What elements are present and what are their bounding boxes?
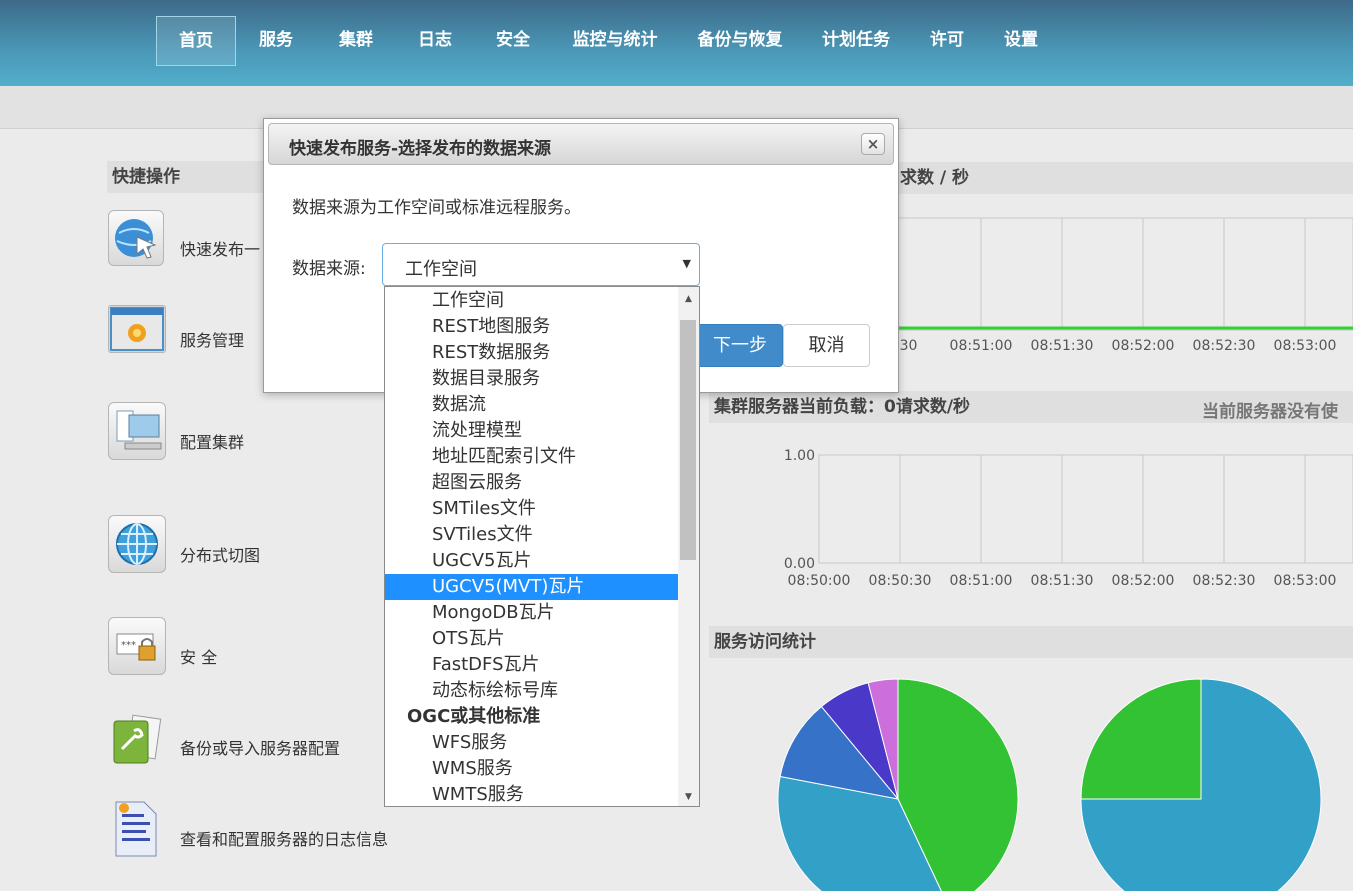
globe-grid-icon[interactable] [108,515,166,573]
scroll-down-arrow-icon[interactable]: ▼ [678,788,699,806]
x-tick-label: 08:50:00 [788,573,851,589]
dialog-title: 快速发布服务-选择发布的数据来源 [289,139,552,159]
lock-password-icon[interactable]: *** [108,617,166,675]
dropdown-option[interactable]: 工作空间 [385,288,678,314]
dialog-description: 数据来源为工作空间或标准远程服务。 [292,198,581,218]
dialog-header: 快速发布服务-选择发布的数据来源 × [268,123,894,165]
chart-3-title-bar: 服务访问统计 [709,626,1353,658]
nav-item-security[interactable]: 安全 [477,16,549,64]
data-source-dropdown: 工作空间 REST地图服务 REST数据服务 数据目录服务 数据流 流处理模型 地址匹配索引… [384,286,700,807]
security-link[interactable]: 安 全 [180,644,217,668]
dropdown-option-group: OGC或其他标准 [407,706,541,727]
scrollbar-thumb[interactable] [680,320,696,560]
dropdown-option[interactable]: 地址匹配索引文件 [385,444,678,470]
nav-item-license[interactable]: 许可 [918,16,976,64]
dropdown-option[interactable]: MongoDB瓦片 [385,600,678,626]
cancel-button[interactable]: 取消 [783,324,870,367]
dropdown-option[interactable]: OTS瓦片 [385,626,678,652]
nav-item-backup[interactable]: 备份与恢复 [688,16,792,64]
quick-ops-title: 快捷操作 [107,161,267,193]
dropdown-option[interactable]: 动态标绘标号库 [385,678,678,704]
backup-tool-icon[interactable] [108,713,164,769]
nav-item-cluster[interactable]: 集群 [320,16,392,64]
top-navigation: 首页 服务 集群 日志 安全 监控与统计 备份与恢复 计划任务 许可 设置 [0,0,1353,86]
x-tick-label: 08:51:00 [950,338,1013,354]
log-document-icon[interactable] [112,800,160,858]
nav-item-settings[interactable]: 设置 [992,16,1050,64]
service-management-link[interactable]: 服务管理 [180,327,244,351]
x-tick-label: 08:53:00 [1274,573,1337,589]
dropdown-option[interactable]: 超图云服务 [385,470,678,496]
data-source-selected-value: 工作空间 [405,259,477,280]
dropdown-option[interactable]: WMS服务 [385,756,678,782]
dropdown-option[interactable]: SMTiles文件 [385,496,678,522]
plot-area [818,454,1353,564]
dropdown-option[interactable]: UGCV5瓦片 [385,548,678,574]
y-tick-label: 1.00 [784,448,815,464]
x-tick-label: 08:50:30 [869,573,932,589]
service-access-pie-2 [1080,678,1322,891]
dropdown-options-list: 工作空间 REST地图服务 REST数据服务 数据目录服务 数据流 流处理模型 地址匹配索引… [385,288,678,806]
data-source-select[interactable]: 工作空间 ▼ [382,243,700,286]
requests-per-second-chart: 0:30 08:51:00 08:51:30 08:52:00 08:52:30 08:5… [880,217,1353,354]
pie-slice [1080,678,1202,800]
chevron-down-icon: ▼ [682,257,691,270]
configure-cluster-link[interactable]: 配置集群 [180,429,244,453]
dropdown-option[interactable]: REST地图服务 [385,314,678,340]
no-usage-note: 当前服务器没有使 [1202,402,1338,422]
dropdown-option[interactable]: REST数据服务 [385,340,678,366]
dropdown-option[interactable]: WFS服务 [385,730,678,756]
cluster-load-chart: 08:50:00 08:50:30 08:51:00 08:51:30 08:52:00… [784,448,1353,589]
y-tick-label: 0.00 [784,556,815,572]
dropdown-option[interactable]: FastDFS瓦片 [385,652,678,678]
x-tick-label: 08:51:30 [1031,573,1094,589]
nav-item-scheduled-tasks[interactable]: 计划任务 [812,16,900,64]
distributed-tiling-link[interactable]: 分布式切图 [180,542,260,566]
x-tick-label: 08:52:30 [1193,573,1256,589]
x-tick-label: 08:51:30 [1031,338,1094,354]
dropdown-option[interactable]: 数据流 [385,392,678,418]
gear-window-icon[interactable] [108,305,166,353]
nav-item-monitoring[interactable]: 监控与统计 [562,16,668,64]
close-icon[interactable]: × [861,133,885,155]
next-step-button[interactable]: 下一步 [697,324,783,367]
x-tick-label: 08:52:30 [1193,338,1256,354]
globe-publish-icon[interactable] [108,210,164,266]
quick-publish-link[interactable]: 快速发布一 [180,236,260,260]
dropdown-option[interactable]: UGCV5(MVT)瓦片 [385,574,678,600]
dropdown-option[interactable]: SVTiles文件 [385,522,678,548]
backup-import-config-link[interactable]: 备份或导入服务器配置 [180,735,340,759]
x-tick-label: 08:53:00 [1274,338,1337,354]
view-configure-logs-link[interactable]: 查看和配置服务器的日志信息 [180,826,388,850]
chart-1-title-bar: 求数 / 秒 [880,162,1353,194]
computers-icon[interactable] [108,402,166,460]
plot-area [880,217,1353,331]
dropdown-scrollbar[interactable]: ▲ ▼ [678,287,699,806]
nav-item-logs[interactable]: 日志 [399,16,471,64]
dropdown-option[interactable]: 流处理模型 [385,418,678,444]
service-access-pie-1 [777,678,1019,891]
scroll-up-arrow-icon[interactable]: ▲ [678,290,699,308]
x-tick-label: 08:52:00 [1112,573,1175,589]
dropdown-option[interactable]: WMTS服务 [385,782,678,806]
data-source-label: 数据来源: [292,259,366,279]
x-tick-label: 08:51:00 [950,573,1013,589]
nav-item-services[interactable]: 服务 [240,16,312,64]
x-tick-label: 08:52:00 [1112,338,1175,354]
nav-item-home[interactable]: 首页 [156,16,236,66]
svg-text:***: *** [121,640,136,651]
dropdown-option[interactable]: 数据目录服务 [385,366,678,392]
